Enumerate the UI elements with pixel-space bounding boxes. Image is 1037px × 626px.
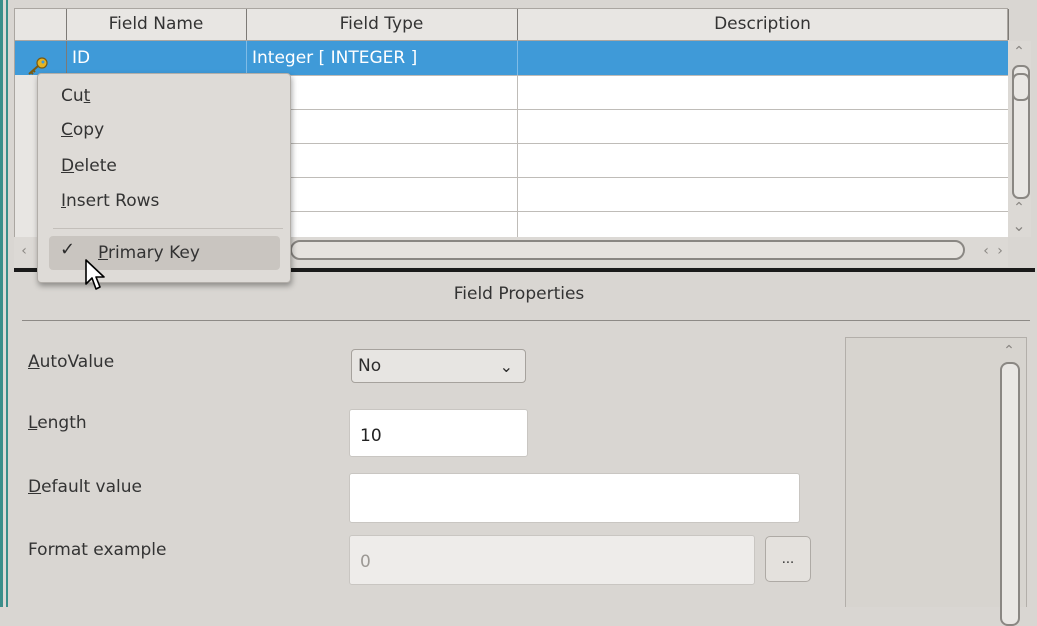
length-label: Length [28,413,87,433]
default-value-field[interactable] [349,473,800,523]
length-field[interactable]: 10 [349,409,528,457]
default-value-label: Default value [28,477,142,497]
column-header-field-type[interactable]: Field Type [246,9,518,40]
field-type-text: Integer [ INTEGER ] [252,48,418,68]
field-name-cell[interactable]: ID [66,41,247,75]
help-vertical-scrollbar[interactable]: ⌃ [997,340,1023,626]
table-row[interactable]: ID Integer [ INTEGER ] [15,41,1009,76]
column-header-description[interactable]: Description [517,9,1009,40]
scroll-right-icon[interactable]: › [992,244,1008,258]
chevron-down-icon: ⌄ [499,357,513,376]
menu-separator [53,228,283,229]
field-properties-separator [22,320,1030,321]
scroll-left-icon[interactable]: ‹ [16,244,32,258]
format-example-value: 0 [360,552,371,572]
mouse-cursor-icon [85,259,105,290]
help-scroll-thumb[interactable] [1000,362,1020,626]
grid-vertical-scrollbar[interactable]: ⌃ ⌃ ⌄ [1008,41,1031,237]
format-button[interactable]: ... [765,536,811,582]
field-properties-title: Field Properties [453,284,585,304]
autovalue-select[interactable]: No ⌄ [351,349,526,383]
menu-item-delete[interactable]: Delete [61,156,117,176]
field-name-text: ID [72,48,91,68]
autovalue-label: AutoValue [28,352,115,372]
menu-item-copy[interactable]: Copy [61,120,104,140]
menu-item-cut[interactable]: Cut [61,86,90,106]
row-header-corner [15,9,67,40]
scroll-down-icon[interactable]: ⌄ [1011,218,1027,234]
grid-scroll-thumb-inner [1012,73,1030,101]
format-example-field: 0 [349,535,755,585]
grid-horizontal-scroll-thumb[interactable] [290,240,965,260]
scroll-up-icon[interactable]: ⌃ [1011,45,1027,59]
length-value: 10 [360,426,382,446]
column-header-field-name[interactable]: Field Name [66,9,247,40]
scroll-up-small-icon[interactable]: ⌃ [1011,201,1027,215]
checkmark-icon: ✓ [60,239,76,260]
menu-item-insert-rows[interactable]: Insert Rows [61,191,159,211]
window-left-accent [0,0,3,607]
scroll-up-icon[interactable]: ⌃ [1001,344,1017,358]
menu-item-primary-key-label[interactable]: Primary Key [98,243,200,263]
description-cell[interactable] [517,41,1008,75]
format-example-label: Format example [28,540,167,560]
table-header: Field Name Field Type Description [14,8,1009,41]
field-type-cell[interactable]: Integer [ INTEGER ] [246,41,518,75]
autovalue-value: No [358,356,382,376]
